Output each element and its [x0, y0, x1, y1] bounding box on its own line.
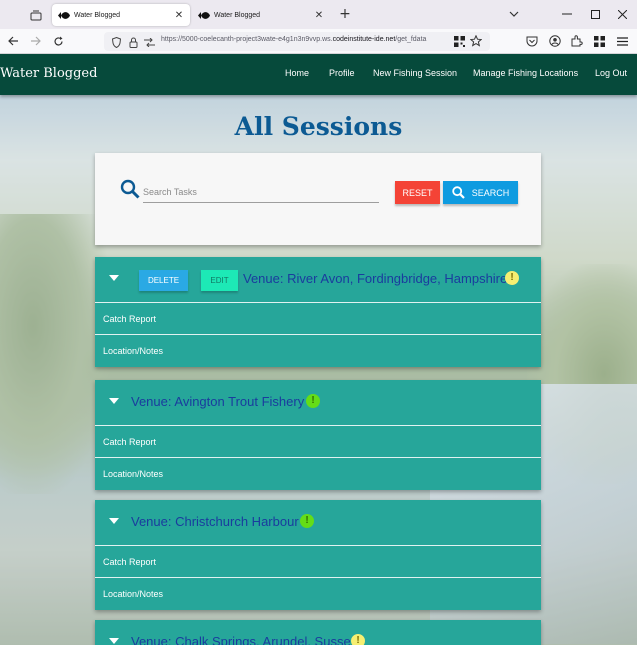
maximize-window-icon[interactable]: [587, 6, 603, 22]
reload-icon[interactable]: [51, 34, 65, 48]
hamburger-menu-icon[interactable]: [615, 34, 629, 48]
browser-nav-bar: https://5000-coelecanth-project3wate-e4g…: [0, 29, 637, 54]
delete-button[interactable]: DELETE: [139, 270, 188, 291]
url-text: https://5000-coelecanth-project3wate-e4g…: [161, 36, 427, 43]
session-header[interactable]: Venue: Avington Trout Fishery !: [95, 380, 541, 426]
close-tab-icon[interactable]: ✕: [314, 10, 324, 21]
expand-caret-icon[interactable]: [109, 275, 119, 281]
tab-title: Water Blogged: [214, 11, 261, 19]
status-badge-icon: !: [300, 514, 314, 528]
account-icon[interactable]: [548, 34, 562, 48]
tab-list-button[interactable]: [27, 6, 45, 24]
session-venue[interactable]: Venue: Avington Trout Fishery: [131, 394, 304, 409]
session-card: Venue: Christchurch Harbour ! Catch Repo…: [95, 500, 541, 610]
forward-arrow-icon[interactable]: [28, 34, 42, 48]
warning-badge-icon: !: [505, 271, 519, 285]
session-venue[interactable]: Venue: Christchurch Harbour: [131, 514, 299, 529]
status-badge-icon: !: [306, 394, 320, 408]
session-venue[interactable]: Venue: River Avon, Fordingbridge, Hampsh…: [243, 271, 507, 286]
address-bar[interactable]: https://5000-coelecanth-project3wate-e4g…: [104, 32, 490, 51]
lock-icon[interactable]: [126, 35, 140, 49]
search-icon: [120, 179, 140, 199]
row-label: Catch Report: [103, 314, 157, 324]
nav-manage-fishing-locations[interactable]: Manage Fishing Locations: [473, 68, 578, 78]
bookmark-star-icon[interactable]: [469, 34, 483, 48]
session-card: Venue: Avington Trout Fishery ! Catch Re…: [95, 380, 541, 490]
expand-caret-icon[interactable]: [109, 518, 119, 524]
browser-tab-active[interactable]: Water Blogged ✕: [52, 4, 190, 26]
tab-overflow-chevron-icon[interactable]: [506, 6, 522, 22]
location-notes-row[interactable]: Location/Notes: [95, 458, 541, 490]
nav-new-fishing-session[interactable]: New Fishing Session: [373, 68, 457, 78]
search-button-label: SEARCH: [471, 187, 510, 198]
search-button[interactable]: SEARCH: [443, 181, 518, 204]
search-icon: [452, 186, 465, 199]
brand-logo[interactable]: Water Blogged: [0, 66, 97, 81]
browser-tab[interactable]: Water Blogged ✕: [192, 4, 330, 26]
apps-grid-icon[interactable]: [592, 34, 606, 48]
site-header: Water Blogged Home Profile New Fishing S…: [0, 54, 637, 95]
row-label: Catch Report: [103, 557, 157, 567]
search-input[interactable]: [143, 181, 379, 203]
nav-log-out[interactable]: Log Out: [595, 68, 627, 78]
browser-tab-bar: Water Blogged ✕ Water Blogged ✕ +: [0, 0, 637, 29]
catch-report-row[interactable]: Catch Report: [95, 546, 541, 578]
expand-caret-icon[interactable]: [109, 638, 119, 644]
page-title: All Sessions: [234, 112, 403, 141]
nav-home[interactable]: Home: [285, 68, 309, 78]
nav-profile[interactable]: Profile: [329, 68, 355, 78]
back-arrow-icon[interactable]: [6, 34, 20, 48]
close-window-icon[interactable]: [614, 6, 630, 22]
fish-favicon-icon: [58, 10, 70, 20]
warning-badge-icon: !: [351, 634, 365, 645]
session-card: Venue: Chalk Springs, Arundel, Sussex !: [95, 620, 541, 645]
session-header[interactable]: Venue: Chalk Springs, Arundel, Sussex !: [95, 620, 541, 645]
qr-code-icon[interactable]: [452, 34, 466, 48]
session-venue[interactable]: Venue: Chalk Springs, Arundel, Sussex: [131, 634, 357, 645]
location-notes-row[interactable]: Location/Notes: [95, 578, 541, 610]
fish-favicon-icon: [198, 10, 210, 20]
session-card: DELETE EDIT Venue: River Avon, Fordingbr…: [95, 257, 541, 367]
extensions-icon[interactable]: [570, 34, 584, 48]
tab-title: Water Blogged: [74, 11, 121, 19]
search-card: RESET SEARCH: [95, 153, 541, 245]
new-tab-button[interactable]: +: [338, 6, 352, 22]
row-label: Catch Report: [103, 437, 157, 447]
minimize-window-icon[interactable]: [559, 6, 575, 22]
expand-caret-icon[interactable]: [109, 398, 119, 404]
page-viewport: Water Blogged Home Profile New Fishing S…: [0, 54, 637, 645]
row-label: Location/Notes: [103, 346, 164, 356]
row-label: Location/Notes: [103, 589, 164, 599]
row-label: Location/Notes: [103, 469, 164, 479]
edit-button[interactable]: EDIT: [201, 270, 238, 291]
location-notes-row[interactable]: Location/Notes: [95, 335, 541, 367]
close-tab-icon[interactable]: ✕: [174, 10, 184, 21]
pocket-icon[interactable]: [525, 34, 539, 48]
permissions-icon[interactable]: [142, 35, 156, 49]
reset-button[interactable]: RESET: [395, 181, 440, 204]
catch-report-row[interactable]: Catch Report: [95, 303, 541, 335]
shield-icon[interactable]: [109, 35, 123, 49]
tab-list-icon: [30, 10, 42, 20]
session-header[interactable]: Venue: Christchurch Harbour !: [95, 500, 541, 546]
catch-report-row[interactable]: Catch Report: [95, 426, 541, 458]
session-header[interactable]: DELETE EDIT Venue: River Avon, Fordingbr…: [95, 257, 541, 303]
